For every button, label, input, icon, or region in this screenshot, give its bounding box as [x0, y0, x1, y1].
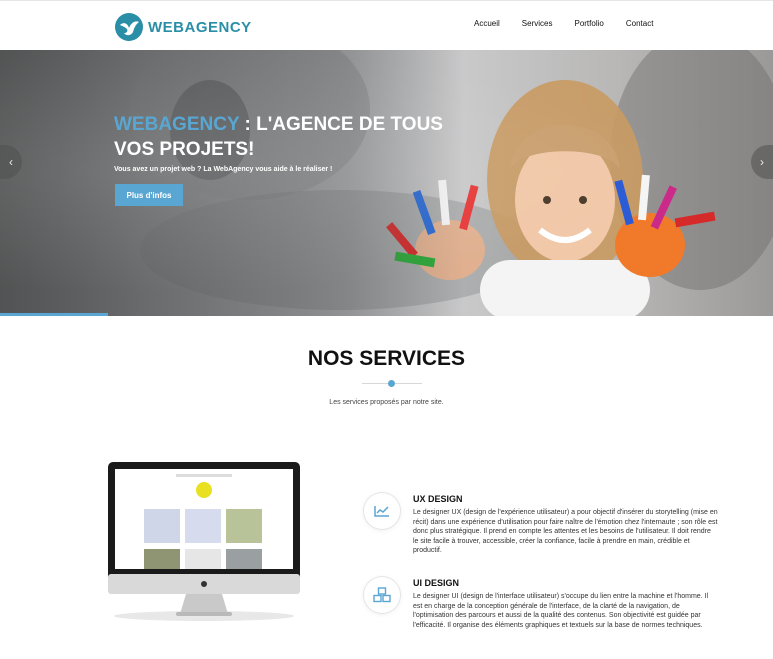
nav-accueil[interactable]: Accueil [474, 19, 500, 28]
nav-contact[interactable]: Contact [626, 19, 654, 28]
service-ux-icon-circle [364, 493, 400, 529]
hero-overlay [0, 50, 773, 316]
more-info-button[interactable]: Plus d'infos [115, 184, 183, 206]
imac-mockup-image [108, 462, 300, 621]
service-ui-description: Le designer UI (design de l'interface ut… [413, 593, 709, 629]
divider-dot [388, 380, 395, 387]
hero-title: WEBAGENCY : L'AGENCE DE TOUS VOS PROJETS… [114, 112, 444, 162]
hero-slider: WEBAGENCY : L'AGENCE DE TOUS VOS PROJETS… [0, 50, 773, 316]
services-section-title: NOS SERVICES [307, 347, 466, 370]
service-ui-title: UI DESIGN [413, 578, 460, 588]
slide-progress-bar [0, 313, 109, 316]
site-header: WEBAGENCY Accueil Services Portfolio Con… [0, 0, 773, 50]
cubes-icon [373, 587, 391, 603]
chevron-left-icon: ‹ [9, 155, 13, 169]
chevron-right-icon: › [760, 155, 764, 169]
services-section-subtitle: Les services proposés par notre site. [329, 399, 444, 406]
logo[interactable]: WEBAGENCY [114, 12, 252, 42]
section-divider [362, 380, 422, 388]
service-ux-title: UX DESIGN [413, 494, 463, 504]
nav-portfolio[interactable]: Portfolio [574, 19, 603, 28]
hero-title-brand: WEBAGENCY [114, 114, 240, 135]
nav-services[interactable]: Services [522, 19, 553, 28]
service-ux-description: Le designer UX (design de l'expérience u… [413, 509, 718, 555]
hero-subtitle: Vous avez un projet web ? La WebAgency v… [114, 166, 333, 173]
logo-bird-icon [115, 13, 143, 41]
chart-line-icon [374, 506, 389, 517]
service-ui-icon-circle [364, 577, 400, 613]
main-nav: Accueil Services Portfolio Contact [474, 19, 675, 28]
logo-text: WEBAGENCY [148, 18, 252, 36]
